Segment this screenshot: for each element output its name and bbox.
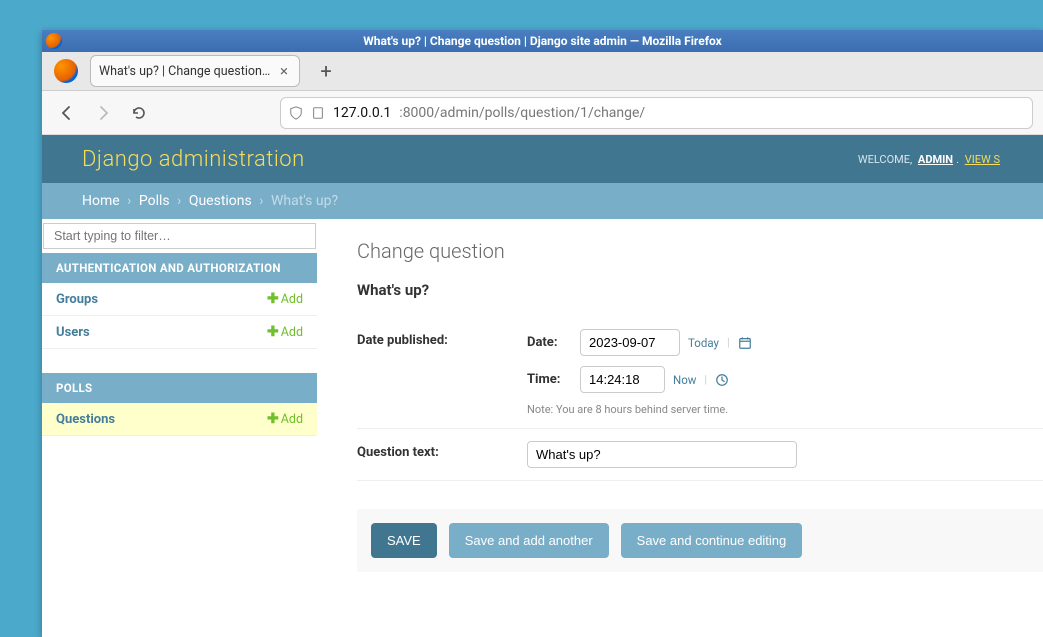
shield-icon	[289, 106, 303, 120]
new-tab-button[interactable]: +	[312, 57, 340, 85]
add-questions-link[interactable]: ✚ Add	[267, 411, 303, 427]
tab-bar: What's up? | Change question | Django si…	[42, 52, 1043, 91]
reload-icon	[131, 105, 147, 121]
add-groups-link[interactable]: ✚ Add	[267, 291, 303, 307]
time-sublabel: Time:	[527, 372, 572, 387]
window-title: What's up? | Change question | Django si…	[363, 34, 722, 48]
plus-icon: ✚	[267, 411, 279, 427]
model-link[interactable]: Groups	[56, 292, 98, 307]
model-link[interactable]: Users	[56, 325, 90, 340]
breadcrumb-model[interactable]: Questions	[189, 193, 252, 209]
calendar-icon[interactable]	[738, 336, 752, 350]
model-link[interactable]: Questions	[56, 412, 115, 427]
address-box[interactable]: 127.0.0.1 :8000/admin/polls/question/1/ch…	[280, 97, 1033, 129]
form-row-question-text: Question text:	[357, 429, 1043, 481]
today-link[interactable]: Today	[688, 336, 719, 350]
url-path: :8000/admin/polls/question/1/change/	[399, 105, 645, 121]
field-label: Question text:	[357, 441, 527, 468]
page-icon	[311, 106, 325, 120]
sidebar: AUTHENTICATION AND AUTHORIZATION Groups …	[42, 219, 317, 637]
sidebar-filter-input[interactable]	[43, 223, 316, 249]
time-input[interactable]	[580, 366, 665, 393]
django-header: Django administration WELCOME, ADMIN. VI…	[42, 135, 1043, 183]
url-bar: 127.0.0.1 :8000/admin/polls/question/1/ch…	[42, 91, 1043, 135]
firefox-home-icon[interactable]	[54, 59, 78, 83]
clock-icon[interactable]	[715, 373, 729, 387]
view-site-link[interactable]: VIEW S	[965, 153, 1000, 166]
form-row-date-published: Date published: Date: Today | Time:	[357, 317, 1043, 429]
forward-button	[88, 98, 118, 128]
breadcrumb-current: What's up?	[271, 193, 338, 209]
arrow-left-icon	[59, 105, 75, 121]
close-tab-icon[interactable]: ×	[277, 64, 291, 78]
firefox-icon	[46, 33, 62, 49]
window-titlebar: What's up? | Change question | Django si…	[42, 30, 1043, 52]
user-tools: WELCOME, ADMIN. VIEW S	[858, 153, 1003, 166]
back-button[interactable]	[52, 98, 82, 128]
save-add-another-button[interactable]: Save and add another	[449, 523, 609, 558]
save-button[interactable]: SAVE	[371, 523, 437, 558]
timezone-note: Note: You are 8 hours behind server time…	[527, 403, 1043, 416]
date-sublabel: Date:	[527, 335, 572, 350]
arrow-right-icon	[95, 105, 111, 121]
page-title: Change question	[357, 239, 1043, 263]
plus-icon: ✚	[267, 324, 279, 340]
breadcrumb-home[interactable]: Home	[82, 193, 120, 209]
add-users-link[interactable]: ✚ Add	[267, 324, 303, 340]
question-text-input[interactable]	[527, 441, 797, 468]
app-caption-polls: POLLS	[42, 373, 317, 403]
sidebar-item-users[interactable]: Users ✚ Add	[42, 316, 317, 349]
breadcrumb-app[interactable]: Polls	[139, 193, 170, 209]
object-title: What's up?	[357, 281, 1043, 299]
site-brand[interactable]: Django administration	[82, 147, 305, 172]
browser-tab[interactable]: What's up? | Change question | Django si…	[90, 55, 300, 87]
save-continue-button[interactable]: Save and continue editing	[621, 523, 803, 558]
tab-title: What's up? | Change question | Django si…	[99, 64, 273, 79]
field-label: Date published:	[357, 329, 527, 416]
breadcrumb: Home › Polls › Questions › What's up?	[42, 183, 1043, 219]
plus-icon: ✚	[267, 291, 279, 307]
date-input[interactable]	[580, 329, 680, 356]
user-link[interactable]: ADMIN	[918, 153, 953, 166]
sidebar-item-questions[interactable]: Questions ✚ Add	[42, 403, 317, 436]
reload-button[interactable]	[124, 98, 154, 128]
submit-row: SAVE Save and add another Save and conti…	[357, 509, 1043, 572]
sidebar-item-groups[interactable]: Groups ✚ Add	[42, 283, 317, 316]
app-caption-auth: AUTHENTICATION AND AUTHORIZATION	[42, 253, 317, 283]
welcome-label: WELCOME,	[858, 153, 912, 166]
page-content: Django administration WELCOME, ADMIN. VI…	[42, 135, 1043, 637]
now-link[interactable]: Now	[673, 373, 696, 387]
main-pane: Change question What's up? Date publishe…	[317, 219, 1043, 637]
url-host: 127.0.0.1	[333, 105, 391, 121]
